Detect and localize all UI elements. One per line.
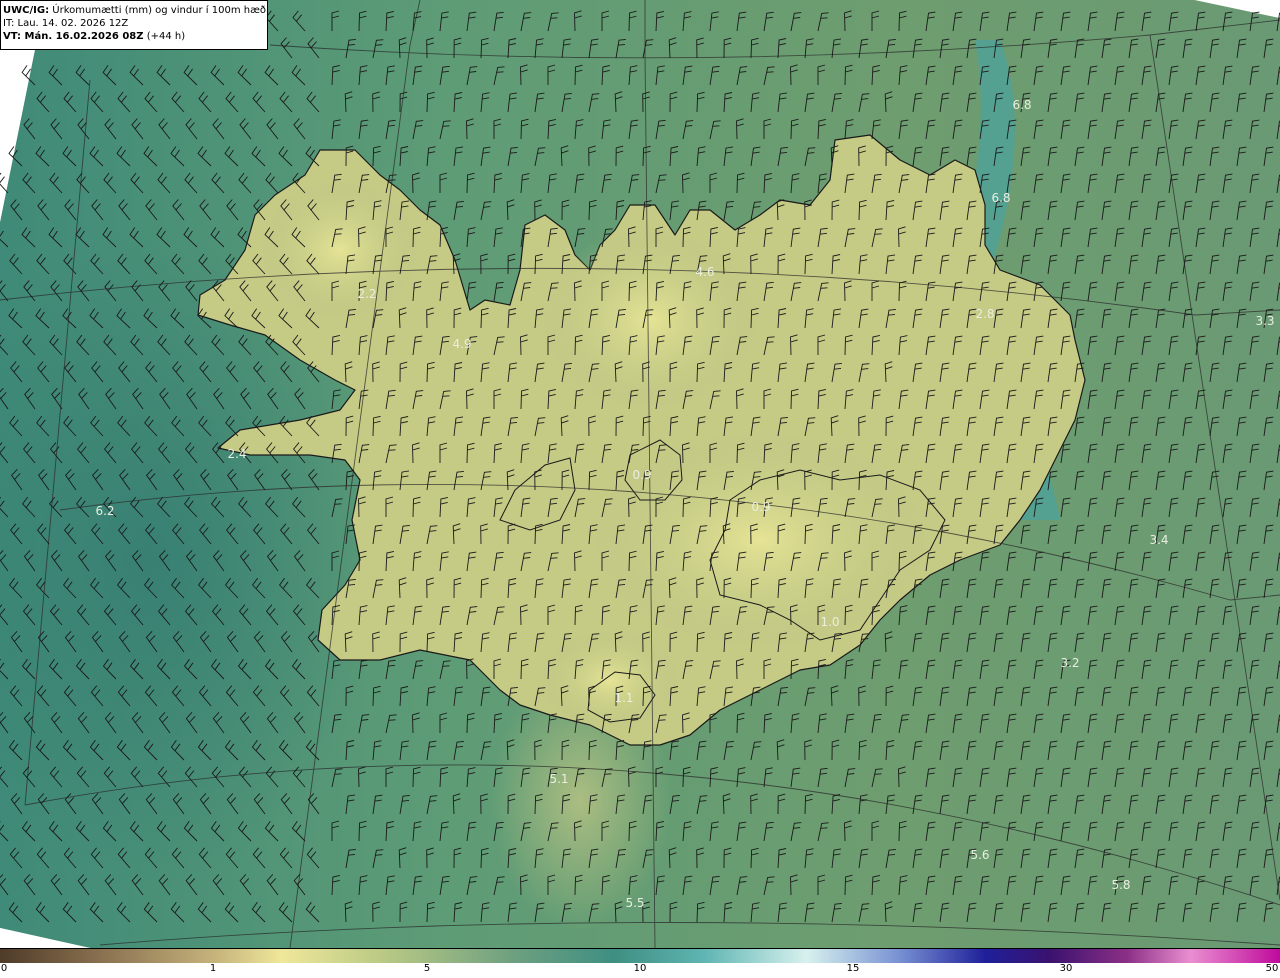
valid-time: VT: Mán. 16.02.2026 08Z <box>3 31 144 42</box>
model-prefix: UWC/IG: <box>3 5 50 16</box>
map-value-label: 3.4 <box>1149 533 1169 547</box>
map-value-label: 4.9 <box>452 337 472 351</box>
valid-time-line: VT: Mán. 16.02.2026 08Z (+44 h) <box>3 30 267 43</box>
north-highland-glow <box>540 230 760 410</box>
colorbar-tick-label: 0 <box>0 963 8 974</box>
map-value-label: 2.2 <box>357 287 377 301</box>
central-highland-glow <box>590 430 930 650</box>
map-value-label: 6.2 <box>95 504 115 518</box>
init-time: IT: Lau. 14. 02. 2026 12Z <box>3 18 129 29</box>
map-value-label: 0.9 <box>751 500 771 514</box>
map-value-label: 1.1 <box>614 691 634 705</box>
map-value-label: 6.8 <box>991 191 1011 205</box>
title-line: UWC/IG: Úrkomumætti (mm) og vindur í 100… <box>3 4 267 17</box>
south-highland-glow <box>540 630 680 730</box>
map-value-label: 5.6 <box>970 848 990 862</box>
colorbar-tick-label: 15 <box>846 963 860 974</box>
map-value-label: 3.2 <box>1060 656 1080 670</box>
map-value-label: 5.1 <box>549 772 569 786</box>
map-value-label: 2.8 <box>975 307 995 321</box>
map-value-label: 1.0 <box>820 615 840 629</box>
forecast-hour: (+44 h) <box>146 31 186 42</box>
map-value-label: 0.9 <box>632 468 652 482</box>
map-value-label: 3.3 <box>1255 314 1275 328</box>
colorbar-tick-label: 50 <box>1265 963 1279 974</box>
map-info-box: UWC/IG: Úrkomumætti (mm) og vindur í 100… <box>0 0 268 50</box>
map-value-label: 5.8 <box>1111 878 1131 892</box>
colorbar-tick-label: 30 <box>1059 963 1073 974</box>
map-value-label: 2.4 <box>227 447 247 461</box>
map-value-label: 5.5 <box>625 896 645 910</box>
westfjords-glow <box>260 180 420 320</box>
map-title: Úrkomumætti (mm) og vindur í 100m hæð <box>52 5 267 16</box>
map-value-label: 6.8 <box>1012 98 1032 112</box>
precipitation-colorbar <box>0 948 1280 963</box>
colorbar-tick-label: 1 <box>209 963 217 974</box>
map-value-label: 4.6 <box>695 265 715 279</box>
colorbar-tick-label: 10 <box>633 963 647 974</box>
colorbar-tick-label: 5 <box>423 963 431 974</box>
